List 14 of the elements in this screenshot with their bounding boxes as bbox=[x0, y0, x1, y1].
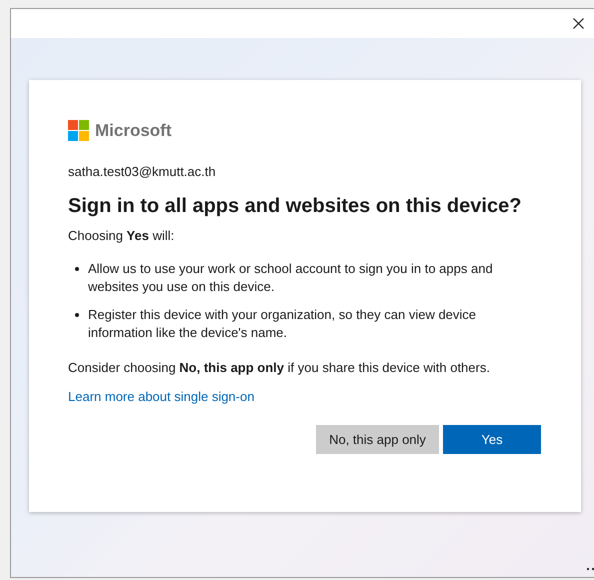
bullet-text: Register this device with your organization, so they can view device information like the device's name. bbox=[88, 306, 478, 342]
close-icon[interactable] bbox=[573, 18, 584, 29]
brand-name: Microsoft bbox=[95, 120, 172, 140]
bullet-text: Allow us to use your work or school account to sign you in to apps and websites you use on this device. bbox=[88, 260, 494, 296]
bullet-icon bbox=[75, 267, 79, 271]
learn-more-link[interactable]: Learn more about single sign-on bbox=[68, 389, 254, 404]
advice-text: Consider choosing No, this app only if you share this device with others. bbox=[68, 360, 491, 375]
dialog-heading: Sign in to all apps and websites on this device? bbox=[68, 195, 522, 218]
no-button[interactable]: No, this app only bbox=[316, 425, 439, 454]
account-email: satha.test03@kmutt.ac.th bbox=[68, 164, 217, 179]
logo-icon bbox=[68, 120, 89, 141]
bullet-icon bbox=[75, 313, 79, 317]
yes-button[interactable]: Yes bbox=[443, 425, 541, 454]
intro-text: Choosing Yes will: bbox=[68, 228, 176, 243]
